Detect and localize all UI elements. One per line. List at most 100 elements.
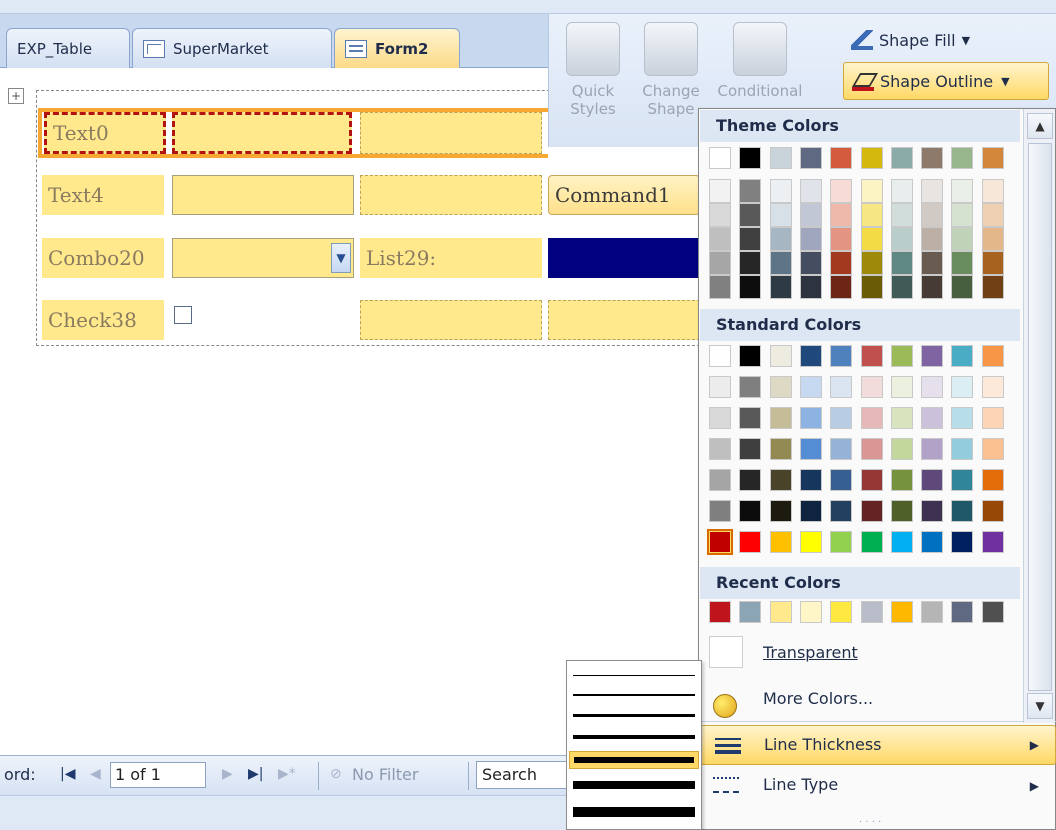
theme-color-swatch[interactable] (799, 147, 822, 169)
standard-color-swatch[interactable] (890, 531, 913, 553)
standard-color-swatch[interactable] (921, 469, 944, 491)
standard-color-swatch[interactable] (830, 407, 853, 429)
theme-shade-swatch[interactable] (799, 275, 822, 299)
theme-shade-swatch[interactable] (921, 203, 944, 227)
standard-color-swatch[interactable] (951, 438, 974, 460)
no-filter-button[interactable]: No Filter (352, 765, 418, 784)
standard-color-swatch[interactable] (769, 531, 792, 553)
standard-color-swatch[interactable] (709, 500, 731, 522)
standard-color-swatch[interactable] (981, 407, 1004, 429)
scroll-down-icon[interactable]: ▼ (1027, 693, 1053, 719)
conditional-formatting-button[interactable]: Conditional (715, 22, 805, 100)
theme-shade-swatch[interactable] (981, 227, 1004, 251)
theme-shade-swatch[interactable] (830, 251, 853, 275)
theme-color-swatch[interactable] (830, 147, 853, 169)
check38-label[interactable]: Check38 (42, 300, 164, 340)
theme-shade-swatch[interactable] (830, 227, 853, 251)
scroll-up-icon[interactable]: ▲ (1027, 113, 1053, 139)
standard-color-swatch[interactable] (890, 469, 913, 491)
tab-form2[interactable]: Form2 (334, 28, 460, 69)
standard-color-swatch[interactable] (890, 376, 913, 398)
transparent-menu-item[interactable]: Transparent (763, 643, 858, 662)
standard-color-swatch[interactable] (739, 376, 762, 398)
change-shape-button[interactable]: Change Shape (633, 22, 709, 118)
theme-color-swatch[interactable] (709, 147, 731, 169)
theme-shade-swatch[interactable] (890, 275, 913, 299)
move-handle-icon[interactable]: + (8, 88, 24, 104)
standard-color-swatch[interactable] (981, 531, 1004, 553)
theme-shade-swatch[interactable] (921, 179, 944, 203)
theme-shade-swatch[interactable] (860, 275, 883, 299)
standard-color-swatch[interactable] (860, 345, 883, 367)
recent-color-swatch[interactable] (709, 601, 731, 623)
theme-shade-swatch[interactable] (921, 275, 944, 299)
theme-shade-swatch[interactable] (739, 203, 762, 227)
standard-color-swatch[interactable] (921, 345, 944, 367)
theme-shade-swatch[interactable] (799, 251, 822, 275)
standard-color-swatch[interactable] (860, 376, 883, 398)
empty-cell[interactable] (548, 300, 700, 340)
command1-button[interactable]: Command1 (548, 175, 700, 215)
next-record-icon[interactable]: ▶ (222, 766, 233, 782)
standard-color-swatch[interactable] (799, 469, 822, 491)
theme-shade-swatch[interactable] (769, 203, 792, 227)
list29-label[interactable]: List29: (360, 238, 542, 278)
text4-label[interactable]: Text4 (42, 175, 164, 215)
standard-color-swatch[interactable] (981, 500, 1004, 522)
theme-shade-swatch[interactable] (799, 227, 822, 251)
empty-cell[interactable] (360, 300, 542, 340)
record-number-field[interactable]: 1 of 1 (110, 762, 206, 788)
more-colors-menu-item[interactable]: More Colors... (763, 689, 873, 708)
theme-color-swatch[interactable] (981, 147, 1004, 169)
recent-color-swatch[interactable] (860, 601, 883, 623)
text4-textbox[interactable] (172, 175, 354, 215)
empty-cell[interactable] (360, 112, 542, 154)
resize-grip-icon[interactable]: · · · · (859, 817, 881, 828)
standard-color-swatch[interactable] (981, 438, 1004, 460)
theme-shade-swatch[interactable] (890, 203, 913, 227)
first-record-icon[interactable]: |◀ (60, 766, 75, 782)
standard-color-swatch[interactable] (951, 469, 974, 491)
standard-color-swatch[interactable] (799, 345, 822, 367)
standard-color-swatch[interactable] (951, 345, 974, 367)
search-input[interactable]: Search (476, 761, 568, 789)
standard-color-swatch[interactable] (890, 407, 913, 429)
line-thickness-option[interactable] (569, 751, 699, 769)
theme-shade-swatch[interactable] (709, 179, 731, 203)
standard-color-swatch[interactable] (951, 500, 974, 522)
standard-color-swatch[interactable] (921, 407, 944, 429)
theme-shade-swatch[interactable] (709, 227, 731, 251)
standard-color-swatch[interactable] (707, 529, 733, 555)
theme-shade-swatch[interactable] (981, 251, 1004, 275)
theme-shade-swatch[interactable] (830, 275, 853, 299)
standard-color-swatch[interactable] (951, 407, 974, 429)
theme-shade-swatch[interactable] (890, 179, 913, 203)
standard-color-swatch[interactable] (860, 407, 883, 429)
standard-color-swatch[interactable] (739, 407, 762, 429)
standard-color-swatch[interactable] (951, 531, 974, 553)
line-thickness-option[interactable] (573, 714, 695, 717)
menu-scrollbar[interactable]: ▲ ▼ (1023, 109, 1055, 723)
recent-color-swatch[interactable] (830, 601, 853, 623)
last-record-icon[interactable]: ▶| (248, 766, 263, 782)
theme-shade-swatch[interactable] (981, 275, 1004, 299)
standard-color-swatch[interactable] (739, 500, 762, 522)
recent-color-swatch[interactable] (951, 601, 974, 623)
theme-color-swatch[interactable] (739, 147, 762, 169)
text0-textbox[interactable] (172, 112, 352, 154)
theme-shade-swatch[interactable] (981, 179, 1004, 203)
theme-color-swatch[interactable] (921, 147, 944, 169)
theme-shade-swatch[interactable] (921, 251, 944, 275)
standard-color-swatch[interactable] (830, 469, 853, 491)
standard-color-swatch[interactable] (890, 438, 913, 460)
standard-color-swatch[interactable] (860, 500, 883, 522)
theme-shade-swatch[interactable] (739, 179, 762, 203)
standard-color-swatch[interactable] (981, 345, 1004, 367)
theme-shade-swatch[interactable] (739, 275, 762, 299)
theme-shade-swatch[interactable] (709, 251, 731, 275)
shape-fill-button[interactable]: Shape Fill ▼ (851, 30, 970, 50)
combo20-box[interactable]: ▼ (172, 238, 354, 278)
quick-styles-button[interactable]: Quick Styles (555, 22, 631, 118)
standard-color-swatch[interactable] (799, 500, 822, 522)
new-record-icon[interactable]: ▶* (278, 766, 296, 782)
